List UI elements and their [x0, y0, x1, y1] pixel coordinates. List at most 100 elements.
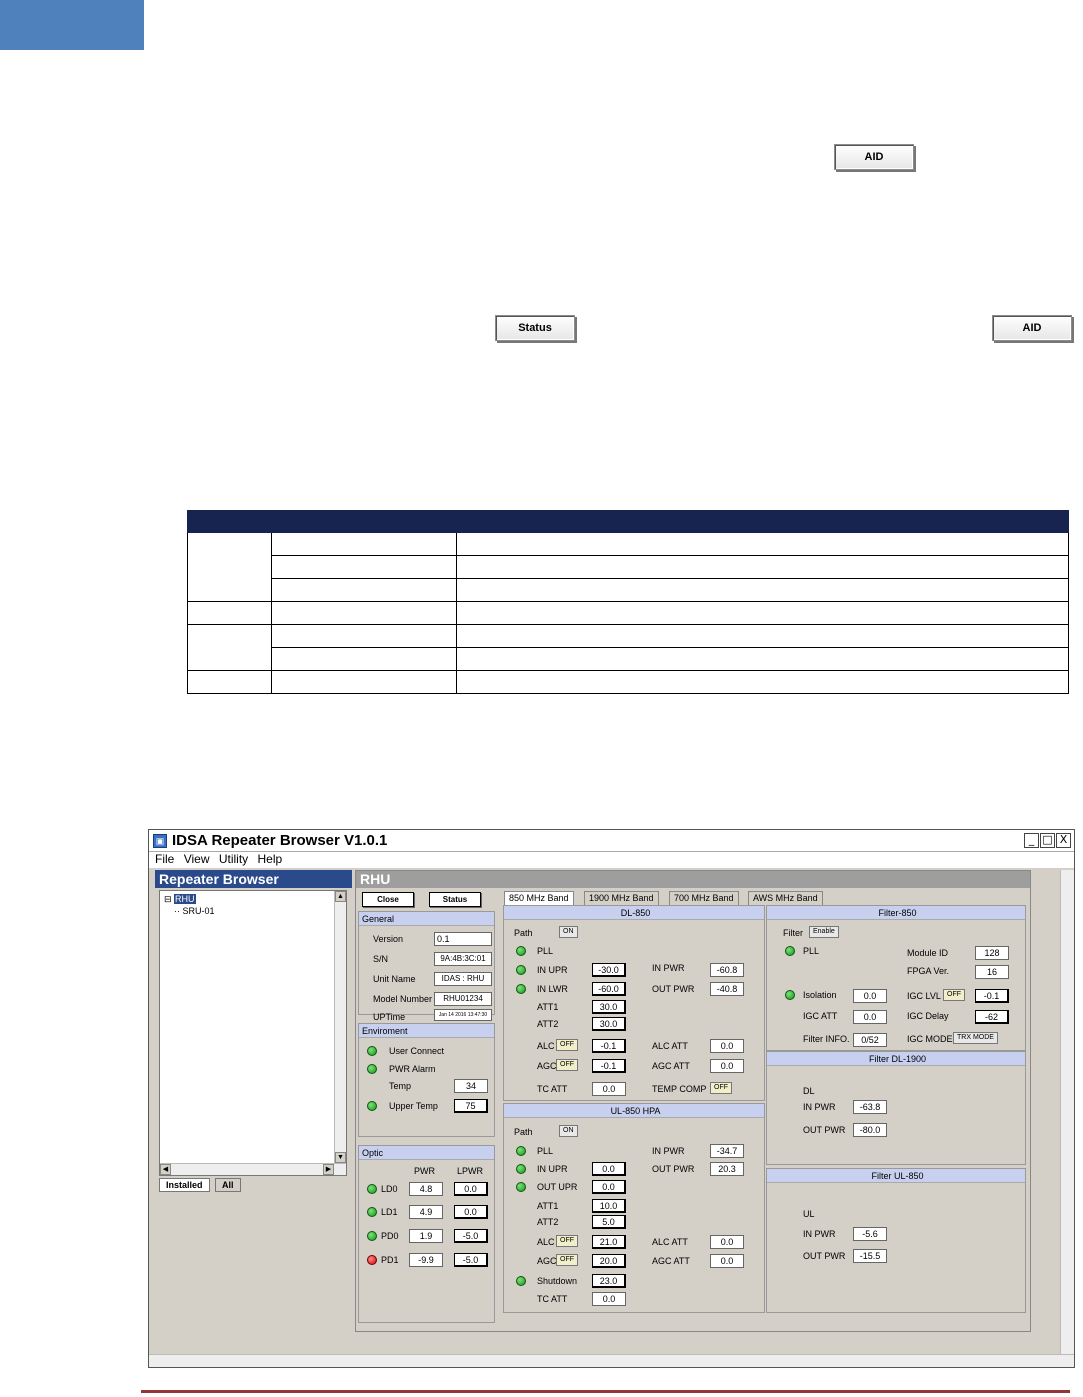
igc-lvl-toggle[interactable]: OFF	[943, 989, 965, 1001]
dl-att2-value[interactable]: 30.0	[592, 1017, 626, 1031]
dl-in-lwr-led	[516, 984, 526, 994]
pd1-lpwr[interactable]: -5.0	[454, 1253, 488, 1267]
filter-ul-out-pwr-value: -15.5	[853, 1249, 887, 1263]
minimize-icon[interactable]: _	[1024, 833, 1039, 848]
igc-lvl-label: IGC LVL	[907, 991, 941, 1001]
ul-agc-att-value: 0.0	[710, 1254, 744, 1268]
upper-temp-value[interactable]: 75	[454, 1099, 488, 1113]
ul-in-upr-value[interactable]: 0.0	[592, 1162, 626, 1176]
ul-alc-att-value: 0.0	[710, 1235, 744, 1249]
tab-installed[interactable]: Installed	[159, 1178, 210, 1192]
ul-alc-toggle[interactable]: OFF	[556, 1235, 578, 1247]
app-window: ▣ IDSA Repeater Browser V1.0.1 _ □ X Fil…	[148, 829, 1075, 1368]
scroll-up-icon[interactable]: ▲	[335, 891, 346, 902]
upper-temp-label: Upper Temp	[389, 1101, 438, 1111]
dl-path-toggle[interactable]: ON	[559, 926, 578, 938]
dl-agc-value[interactable]: -0.1	[592, 1059, 626, 1073]
menu-help[interactable]: Help	[258, 852, 283, 866]
dl-in-upr-led	[516, 965, 526, 975]
window-horizontal-scrollbar[interactable]	[149, 1354, 1074, 1367]
dl-in-upr-value[interactable]: -30.0	[592, 963, 626, 977]
menu-view[interactable]: View	[184, 852, 210, 866]
tree-vertical-scrollbar[interactable]: ▲ ▼	[334, 891, 346, 1175]
dl-agc-att-label: AGC ATT	[652, 1061, 690, 1071]
close-icon[interactable]: X	[1056, 833, 1071, 848]
dl-tc-att-label: TC ATT	[537, 1084, 568, 1094]
table-row	[188, 578, 1069, 602]
serial-label: S/N	[373, 954, 389, 964]
tab-850-mhz[interactable]: 850 MHz Band	[504, 891, 574, 905]
filter-enable-toggle[interactable]: Enable	[809, 926, 839, 938]
scroll-down-icon[interactable]: ▼	[335, 1152, 346, 1163]
ul-agc-value[interactable]: 20.0	[592, 1254, 626, 1268]
ld1-lpwr[interactable]: 0.0	[454, 1205, 488, 1219]
scroll-left-icon[interactable]: ◀	[160, 1164, 171, 1175]
ul-850-group: UL-850 HPA Path ON PLL IN UPR 0.0 OUT UP…	[503, 1103, 765, 1313]
ul-alc-value[interactable]: 21.0	[592, 1235, 626, 1249]
dl-in-upr-label: IN UPR	[537, 965, 568, 975]
ul-agc-att-label: AGC ATT	[652, 1256, 690, 1266]
tab-1900-mhz[interactable]: 1900 MHz Band	[584, 891, 659, 905]
ul-850-heading: UL-850 HPA	[504, 1104, 764, 1118]
user-connect-label: User Connect	[389, 1046, 445, 1056]
igc-lvl-value[interactable]: -0.1	[975, 989, 1009, 1003]
tab-700-mhz[interactable]: 700 MHz Band	[669, 891, 739, 905]
app-icon: ▣	[153, 834, 167, 848]
ul-agc-toggle[interactable]: OFF	[556, 1254, 578, 1266]
pwr-alarm-led	[367, 1064, 377, 1074]
igc-delay-value[interactable]: -62	[975, 1010, 1009, 1024]
tree-horizontal-scrollbar[interactable]: ◀ ▶	[160, 1163, 346, 1175]
filter-ul-in-pwr-label: IN PWR	[803, 1229, 836, 1239]
dl-in-lwr-label: IN LWR	[537, 984, 568, 994]
tab-aws-mhz[interactable]: AWS MHz Band	[748, 891, 823, 905]
filter-dl-in-pwr-value: -63.8	[853, 1100, 887, 1114]
maximize-icon[interactable]: □	[1040, 833, 1055, 848]
ul-att1-value[interactable]: 10.0	[592, 1199, 626, 1213]
pd1-label: PD1	[381, 1255, 399, 1265]
scroll-right-icon[interactable]: ▶	[323, 1164, 334, 1175]
dl-att2-label: ATT2	[537, 1019, 559, 1029]
menu-file[interactable]: File	[155, 852, 174, 866]
dl-alc-toggle[interactable]: OFF	[556, 1039, 578, 1051]
filter-dl-out-pwr-value: -80.0	[853, 1123, 887, 1137]
tree-node-rhu[interactable]: ⊟ RHU	[164, 894, 196, 905]
dl-in-lwr-value[interactable]: -60.0	[592, 982, 626, 996]
dl-agc-toggle[interactable]: OFF	[556, 1059, 578, 1071]
aid-button-image: AID	[834, 144, 914, 170]
igc-mode-toggle[interactable]: TRX MODE	[953, 1032, 998, 1044]
serial-value: 9A:4B:3C:01	[434, 952, 492, 966]
window-vertical-scrollbar[interactable]	[1060, 870, 1074, 1355]
filter-dl-group: Filter DL-1900 DL IN PWR -63.8 OUT PWR -…	[766, 1051, 1026, 1165]
ul-path-toggle[interactable]: ON	[559, 1125, 578, 1137]
tab-all[interactable]: All	[215, 1178, 241, 1192]
dl-alc-att-label: ALC ATT	[652, 1041, 688, 1051]
table-row	[187, 670, 1069, 694]
uptime-label: UPTime	[373, 1012, 406, 1022]
ld0-pwr: 4.8	[409, 1182, 443, 1196]
ul-shutdown-value[interactable]: 23.0	[592, 1274, 626, 1288]
close-button[interactable]: Close	[362, 892, 414, 907]
ld1-led	[367, 1207, 377, 1217]
ul-in-upr-label: IN UPR	[537, 1164, 568, 1174]
menu-utility[interactable]: Utility	[219, 852, 248, 866]
filter-label: Filter	[783, 928, 803, 938]
pd1-led	[367, 1255, 377, 1265]
description-table	[187, 510, 1069, 694]
pd0-lpwr[interactable]: -5.0	[454, 1229, 488, 1243]
dl-alc-value[interactable]: -0.1	[592, 1039, 626, 1053]
environment-group: Enviroment User Connect PWR Alarm Temp 3…	[358, 1023, 495, 1137]
dl-out-pwr-value: -40.8	[710, 982, 744, 996]
dl-att1-value[interactable]: 30.0	[592, 1000, 626, 1014]
ul-out-upr-value[interactable]: 0.0	[592, 1180, 626, 1194]
dl-agc-label: AGC	[537, 1061, 557, 1071]
ld0-lpwr[interactable]: 0.0	[454, 1182, 488, 1196]
status-button[interactable]: Status	[429, 892, 481, 907]
filter-850-group: Filter-850 Filter Enable PLL Module ID 1…	[766, 905, 1026, 1051]
ul-att2-value[interactable]: 5.0	[592, 1215, 626, 1229]
table-row	[187, 532, 1069, 602]
tree-node-sru[interactable]: ·· SRU-01	[174, 906, 215, 916]
ld1-pwr: 4.9	[409, 1205, 443, 1219]
dl-temp-comp-toggle[interactable]: OFF	[710, 1082, 732, 1094]
header-color-block	[0, 0, 144, 50]
version-value: 0.1	[434, 932, 492, 946]
